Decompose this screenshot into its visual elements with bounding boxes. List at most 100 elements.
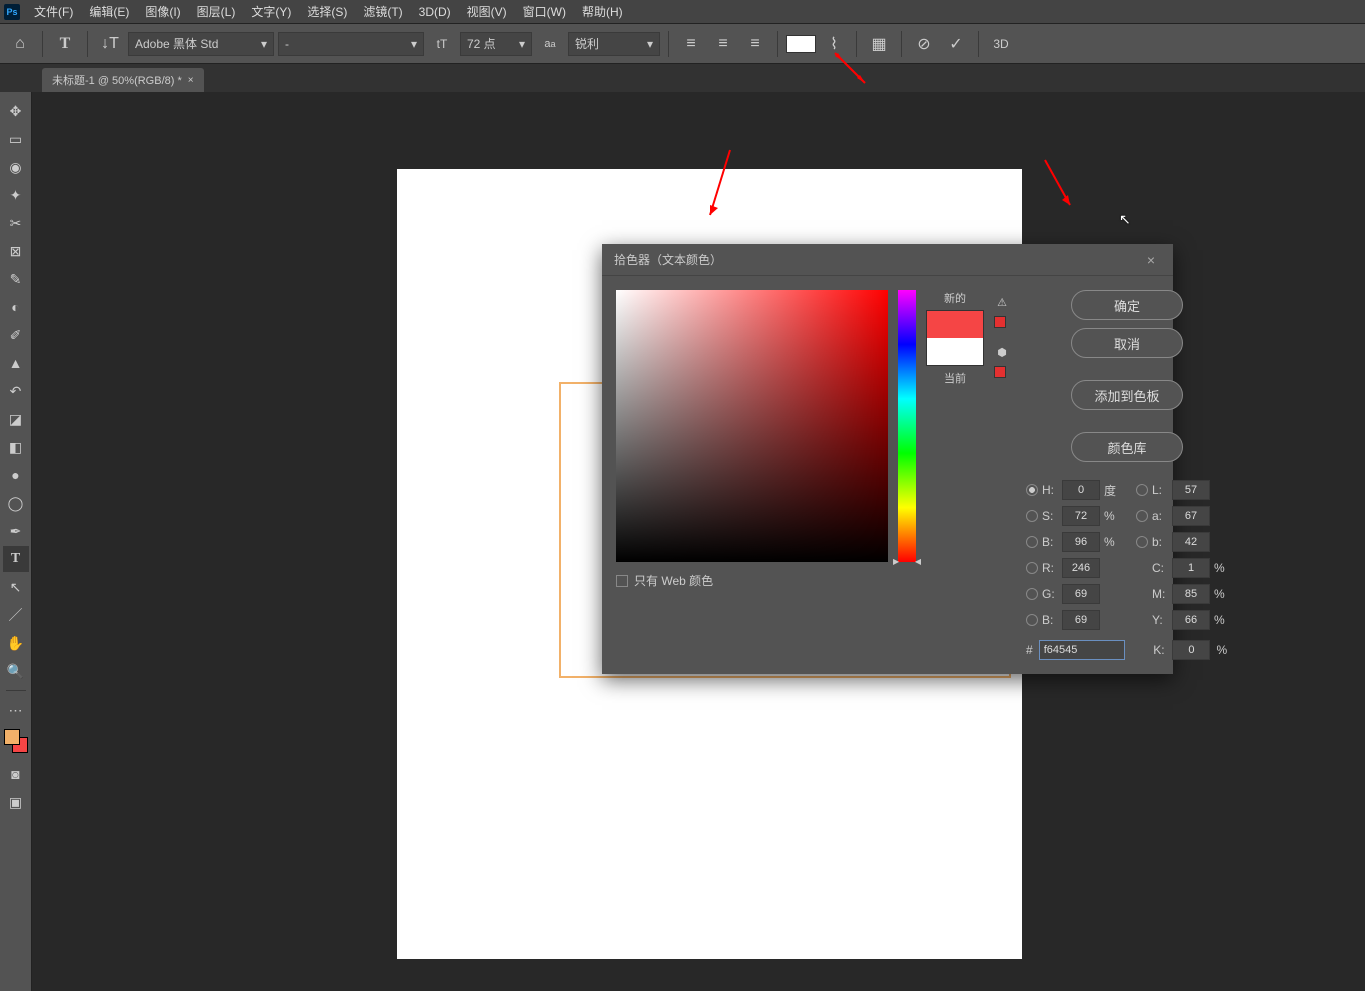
quick-mask-icon[interactable]: ◙ [3, 761, 29, 787]
brush-tool-icon[interactable]: ✐ [3, 322, 29, 348]
radio-g[interactable] [1026, 588, 1038, 600]
font-family-select[interactable]: Adobe 黑体 Std▾ [128, 32, 274, 56]
cursor-icon: ↖ [1119, 211, 1131, 228]
radio-a[interactable] [1136, 510, 1148, 522]
warp-text-icon[interactable]: ⌇ [820, 30, 848, 58]
text-orientation-icon[interactable]: ↓T [96, 30, 124, 58]
line-tool-icon[interactable]: ／ [3, 602, 29, 628]
screen-mode-icon[interactable]: ▣ [3, 789, 29, 815]
color-swatches[interactable] [4, 729, 28, 753]
radio-bb[interactable] [1026, 614, 1038, 626]
web-only-label: 只有 Web 颜色 [634, 572, 713, 589]
separator [901, 31, 902, 57]
menu-view[interactable]: 视图(V) [459, 0, 515, 24]
radio-h[interactable] [1026, 484, 1038, 496]
input-b[interactable] [1172, 532, 1210, 552]
crop-tool-icon[interactable]: ✂ [3, 210, 29, 236]
menu-help[interactable]: 帮助(H) [574, 0, 631, 24]
radio-r[interactable] [1026, 562, 1038, 574]
menu-edit[interactable]: 编辑(E) [81, 0, 137, 24]
gamut-warning-icon[interactable]: ⚠ [994, 294, 1010, 310]
radio-b[interactable] [1136, 536, 1148, 548]
font-style-select[interactable]: -▾ [278, 32, 424, 56]
ok-button[interactable]: 确定 [1071, 290, 1183, 320]
toolbar: ✥ ▭ ◉ ✦ ✂ ⊠ ✎ ◐ ✐ ▲ ↶ ◪ ◧ ● ◯ ✒ T ↖ ／ ✋ … [0, 92, 32, 991]
close-icon[interactable]: × [1141, 252, 1161, 268]
hue-slider[interactable]: ▶◀ [898, 290, 916, 562]
input-l[interactable] [1172, 480, 1210, 500]
new-label: 新的 [944, 290, 966, 306]
3d-icon[interactable]: 3D [987, 30, 1015, 58]
menu-select[interactable]: 选择(S) [299, 0, 355, 24]
dialog-titlebar[interactable]: 拾色器（文本颜色） × [602, 244, 1173, 276]
input-bv[interactable] [1062, 532, 1100, 552]
radio-l[interactable] [1136, 484, 1148, 496]
input-bb[interactable] [1062, 610, 1100, 630]
input-g[interactable] [1062, 584, 1100, 604]
dodge-tool-icon[interactable]: ◯ [3, 490, 29, 516]
commit-icon[interactable]: ✓ [942, 30, 970, 58]
eraser-tool-icon[interactable]: ◪ [3, 406, 29, 432]
path-select-tool-icon[interactable]: ↖ [3, 574, 29, 600]
saturation-box[interactable] [616, 290, 888, 562]
magic-wand-tool-icon[interactable]: ✦ [3, 182, 29, 208]
menu-3d[interactable]: 3D(D) [411, 0, 459, 24]
move-tool-icon[interactable]: ✥ [3, 98, 29, 124]
color-lib-button[interactable]: 颜色库 [1071, 432, 1183, 462]
pen-tool-icon[interactable]: ✒ [3, 518, 29, 544]
anti-alias-select[interactable]: 锐利▾ [568, 32, 660, 56]
frame-tool-icon[interactable]: ⊠ [3, 238, 29, 264]
input-r[interactable] [1062, 558, 1100, 578]
close-tab-icon[interactable]: × [188, 75, 194, 86]
separator [42, 31, 43, 57]
input-m[interactable] [1172, 584, 1210, 604]
menu-image[interactable]: 图像(I) [137, 0, 188, 24]
type-tool-icon[interactable]: T [51, 30, 79, 58]
input-s[interactable] [1062, 506, 1100, 526]
panel-icon[interactable]: ▦ [865, 30, 893, 58]
web-only-checkbox[interactable] [616, 575, 628, 587]
foreground-color[interactable] [4, 729, 20, 745]
websafe-swatch[interactable] [994, 366, 1006, 378]
text-color-swatch[interactable] [786, 35, 816, 53]
align-left-icon[interactable]: ≡ [677, 30, 705, 58]
hand-tool-icon[interactable]: ✋ [3, 630, 29, 656]
add-swatch-button[interactable]: 添加到色板 [1071, 380, 1183, 410]
document-tab[interactable]: 未标题-1 @ 50%(RGB/8) * × [42, 68, 204, 92]
font-size-select[interactable]: 72 点▾ [460, 32, 532, 56]
input-hex[interactable] [1039, 640, 1125, 660]
healing-tool-icon[interactable]: ◐ [3, 294, 29, 320]
menu-type[interactable]: 文字(Y) [243, 0, 299, 24]
radio-bv[interactable] [1026, 536, 1038, 548]
align-center-icon[interactable]: ≡ [709, 30, 737, 58]
menu-layer[interactable]: 图层(L) [189, 0, 244, 24]
align-right-icon[interactable]: ≡ [741, 30, 769, 58]
document-tab-label: 未标题-1 @ 50%(RGB/8) * [52, 72, 182, 88]
radio-s[interactable] [1026, 510, 1038, 522]
input-c[interactable] [1172, 558, 1210, 578]
gradient-tool-icon[interactable]: ◧ [3, 434, 29, 460]
input-y[interactable] [1172, 610, 1210, 630]
cancel-button[interactable]: 取消 [1071, 328, 1183, 358]
history-brush-tool-icon[interactable]: ↶ [3, 378, 29, 404]
edit-toolbar-icon[interactable]: ⋯ [3, 697, 29, 723]
canvas-area[interactable]: 拾色器（文本颜色） × ▶◀ 新的 [32, 92, 1365, 991]
type-tool-icon[interactable]: T [3, 546, 29, 572]
home-icon[interactable]: ⌂ [6, 30, 34, 58]
menu-file[interactable]: 文件(F) [26, 0, 81, 24]
gamut-swatch[interactable] [994, 316, 1006, 328]
marquee-tool-icon[interactable]: ▭ [3, 126, 29, 152]
zoom-tool-icon[interactable]: 🔍 [3, 658, 29, 684]
lasso-tool-icon[interactable]: ◉ [3, 154, 29, 180]
blur-tool-icon[interactable]: ● [3, 462, 29, 488]
dialog-title: 拾色器（文本颜色） [614, 251, 722, 268]
websafe-warning-icon[interactable]: ⬢ [994, 344, 1010, 360]
stamp-tool-icon[interactable]: ▲ [3, 350, 29, 376]
input-a[interactable] [1172, 506, 1210, 526]
input-h[interactable] [1062, 480, 1100, 500]
eyedropper-tool-icon[interactable]: ✎ [3, 266, 29, 292]
menu-window[interactable]: 窗口(W) [515, 0, 574, 24]
cancel-icon[interactable]: ⊘ [910, 30, 938, 58]
menu-filter[interactable]: 滤镜(T) [355, 0, 410, 24]
input-k[interactable] [1172, 640, 1210, 660]
